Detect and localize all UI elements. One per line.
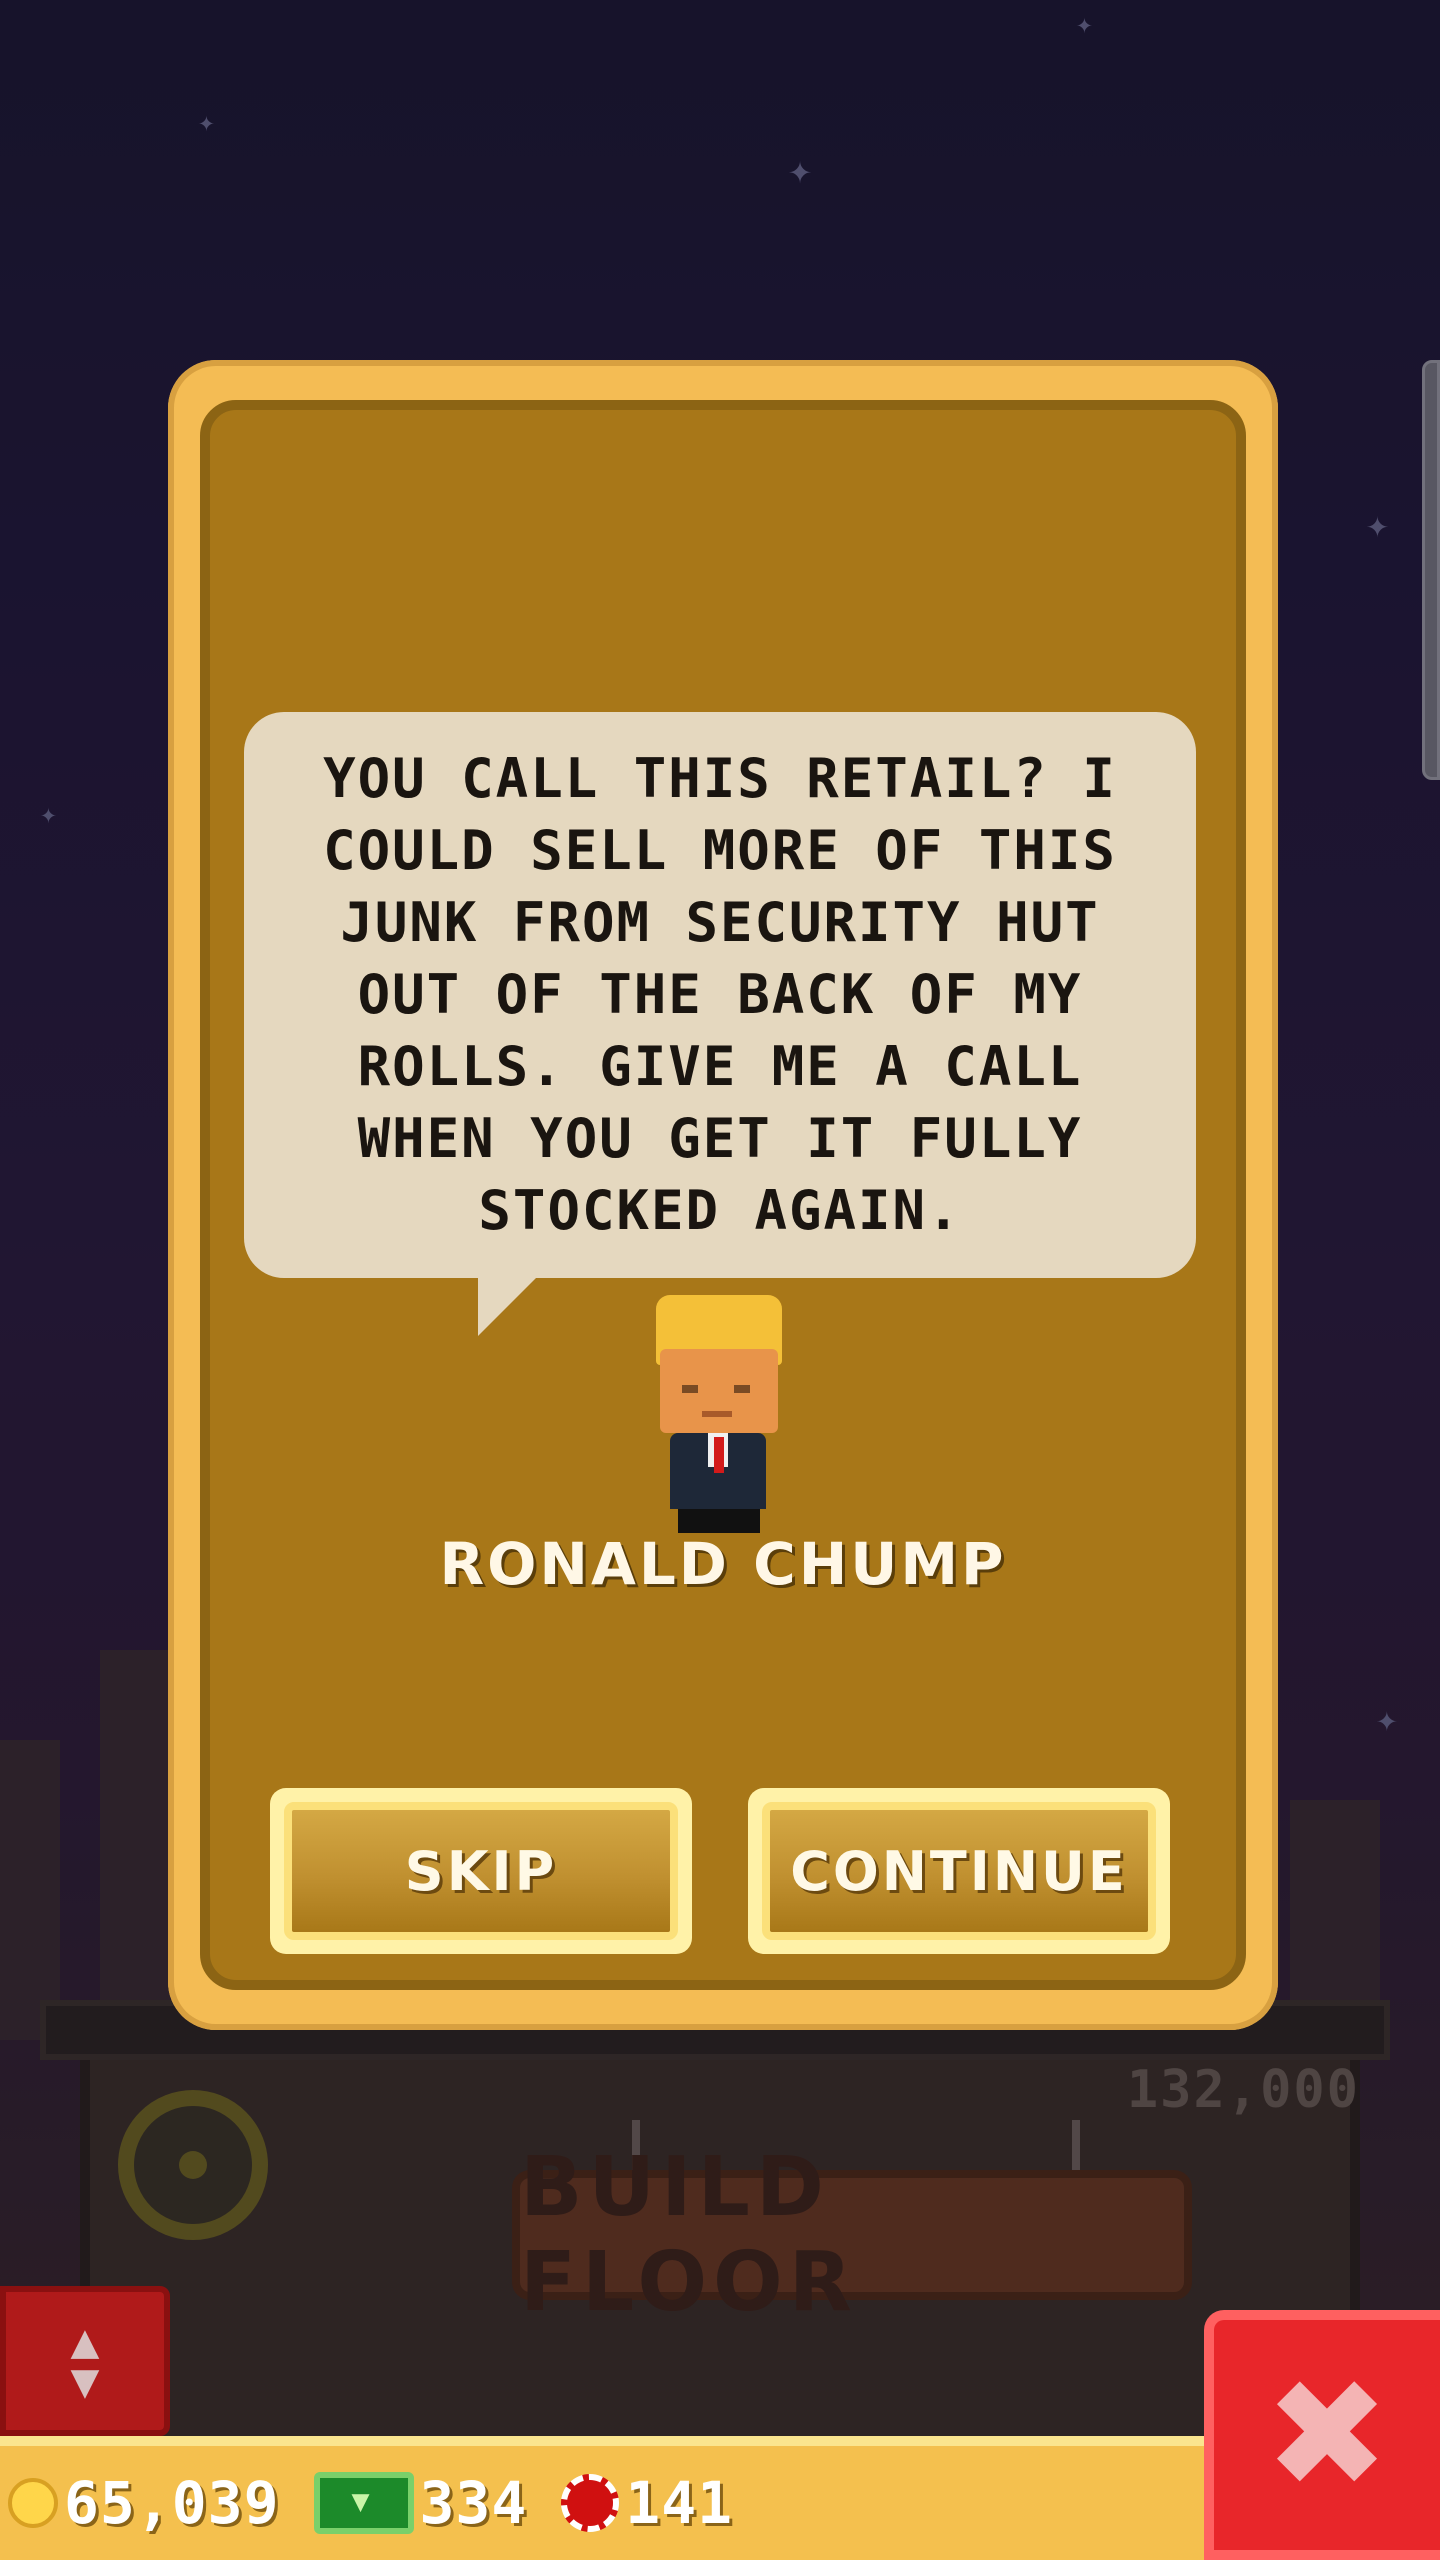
speech-text: YOU CALL THIS RETAIL? I COULD SELL MORE …	[323, 747, 1117, 1242]
chips-value: 141	[625, 2469, 734, 2537]
coins-counter: 65,039	[8, 2469, 280, 2537]
character-tie	[714, 1437, 724, 1473]
skip-button-label: SKIP	[284, 1802, 678, 1940]
tower-bux-value: 334	[419, 2469, 528, 2537]
coin-icon	[8, 2478, 58, 2528]
skip-button[interactable]: SKIP	[270, 1788, 692, 1954]
character-mouth	[702, 1411, 732, 1417]
event-dialog: YOU CALL THIS RETAIL? I COULD SELL MORE …	[168, 360, 1278, 2030]
character-sprite	[648, 1295, 790, 1535]
close-button[interactable]: ✖	[1204, 2310, 1440, 2560]
close-icon: ✖	[1264, 2348, 1390, 2522]
continue-button-label: CONTINUE	[762, 1802, 1156, 1940]
chip-icon	[561, 2474, 620, 2532]
character-suit	[670, 1433, 766, 1509]
coins-value: 65,039	[64, 2469, 280, 2537]
elevator-button[interactable]: ▲ ▼	[0, 2286, 170, 2436]
speech-bubble: YOU CALL THIS RETAIL? I COULD SELL MORE …	[244, 712, 1196, 1278]
currency-bar: 65,039 334 141	[0, 2436, 1204, 2560]
character-eye	[682, 1385, 698, 1393]
chips-counter: 141	[541, 2469, 733, 2537]
character-face	[660, 1349, 778, 1433]
character-eye	[734, 1385, 750, 1393]
tower-bux-icon	[313, 2472, 414, 2534]
continue-button[interactable]: CONTINUE	[748, 1788, 1170, 1954]
elevator-arrows-icon: ▲ ▼	[70, 2313, 100, 2409]
speech-bubble-tail	[478, 1276, 538, 1336]
tower-bux-counter: 334	[294, 2469, 528, 2537]
character-name: RONALD CHUMP	[439, 1530, 1007, 1598]
